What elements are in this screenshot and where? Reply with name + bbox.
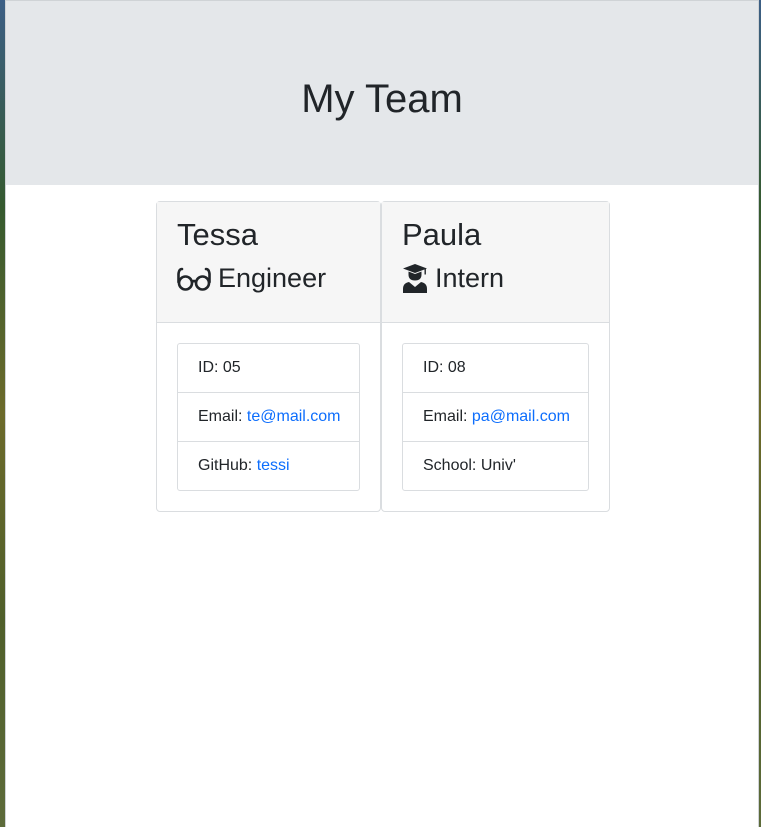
school-row: School: Univ' — [403, 441, 588, 490]
school-label: School: — [423, 457, 477, 474]
school-value: Univ' — [480, 457, 516, 474]
github-label: GitHub: — [198, 457, 253, 474]
email-link[interactable]: te@mail.com — [247, 408, 341, 425]
employee-role: Intern — [402, 260, 589, 296]
id-row: ID: 05 — [178, 344, 359, 392]
employee-details: ID: 05 Email: te@mail.com GitHub: tessi — [177, 343, 360, 491]
page-header: My Team — [6, 1, 758, 185]
employee-name: Paula — [402, 217, 482, 252]
id-row: ID: 08 — [403, 344, 588, 392]
page-title: My Team — [301, 77, 463, 121]
card-header: Tessa Engineer — [157, 202, 380, 323]
id-label: ID: — [423, 359, 444, 376]
id-label: ID: — [198, 359, 219, 376]
card-header: Paula Intern — [382, 202, 609, 323]
employee-role: Engineer — [177, 260, 360, 296]
email-label: Email: — [198, 408, 243, 425]
github-link[interactable]: tessi — [257, 457, 290, 474]
employee-card-intern: Paula Intern ID: 08 Email: pa@mail.com S… — [381, 201, 610, 512]
github-row: GitHub: tessi — [178, 441, 359, 490]
id-value: 05 — [222, 359, 241, 376]
role-label: Engineer — [218, 263, 327, 293]
employee-details: ID: 08 Email: pa@mail.com School: Univ' — [402, 343, 589, 491]
email-row: Email: pa@mail.com — [403, 392, 588, 441]
card-body: ID: 08 Email: pa@mail.com School: Univ' — [382, 323, 609, 511]
email-label: Email: — [423, 408, 468, 425]
team-cards: Tessa Engineer ID: 05 Email: te@mail.com… — [156, 201, 610, 512]
role-label: Intern — [435, 263, 505, 293]
employee-name: Tessa — [177, 217, 258, 252]
email-link[interactable]: pa@mail.com — [472, 408, 570, 425]
employee-card-engineer: Tessa Engineer ID: 05 Email: te@mail.com… — [156, 201, 381, 512]
id-value: 08 — [447, 359, 466, 376]
email-row: Email: te@mail.com — [178, 392, 359, 441]
card-body: ID: 05 Email: te@mail.com GitHub: tessi — [157, 323, 380, 511]
glasses-icon — [177, 263, 211, 293]
browser-window: My Team Tessa Engineer ID: 05 Email: te@… — [5, 0, 759, 827]
graduate-icon — [402, 263, 428, 293]
